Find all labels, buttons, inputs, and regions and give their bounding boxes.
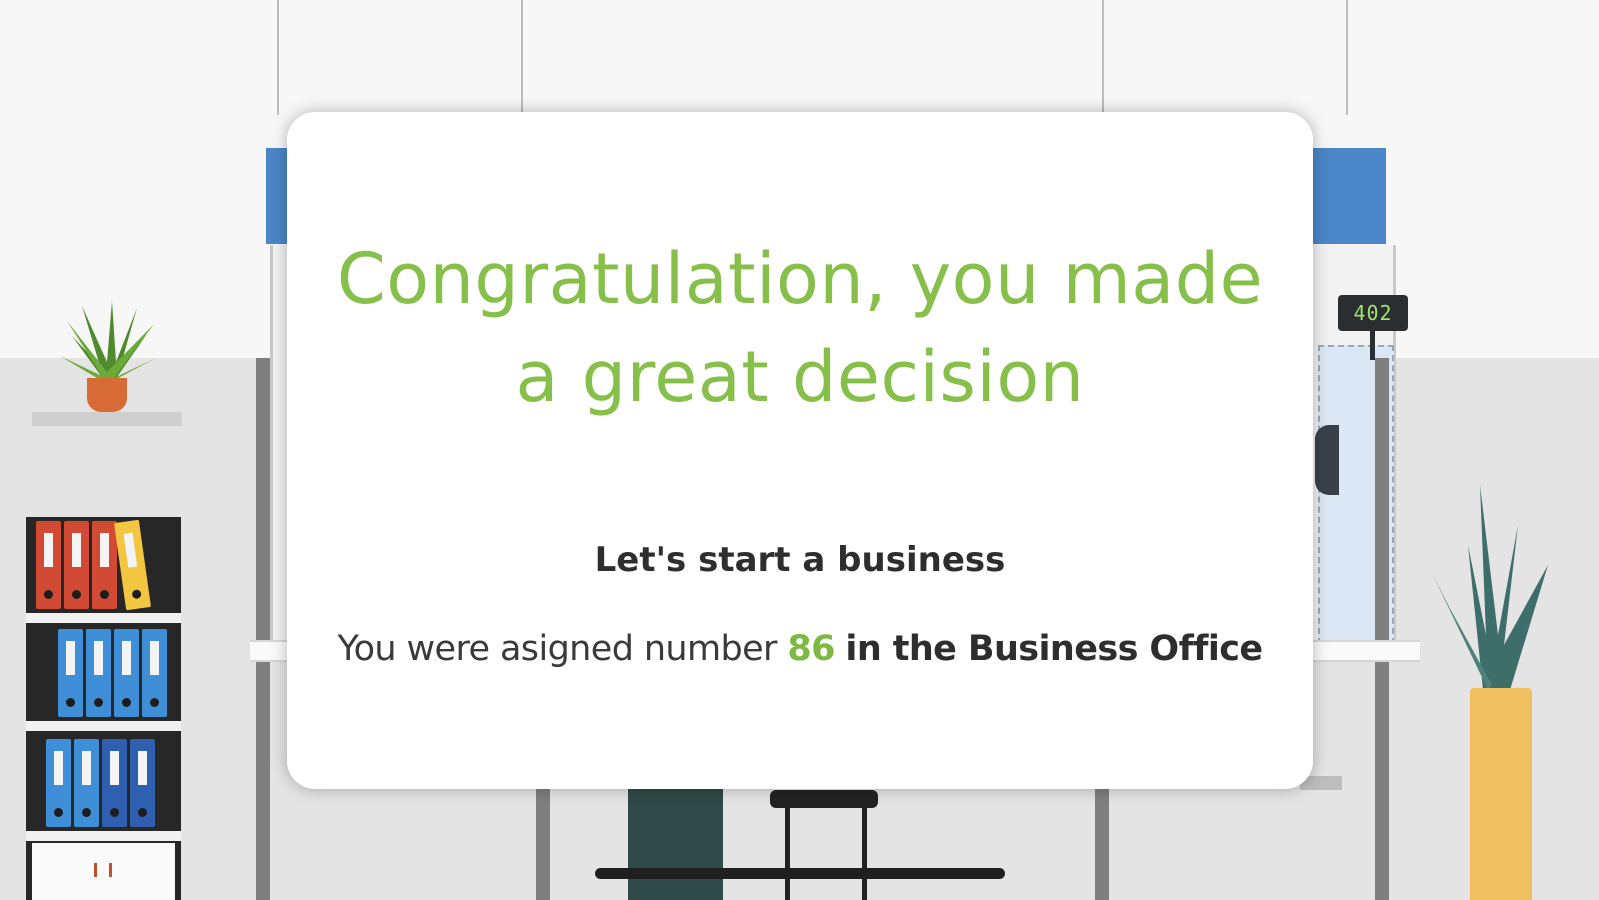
plant-vase xyxy=(1470,688,1532,900)
binder xyxy=(114,629,139,717)
cabinet-handle xyxy=(94,863,97,877)
assignment-prefix: You were asigned number xyxy=(337,629,777,669)
binder xyxy=(113,519,152,611)
binder xyxy=(74,739,99,827)
potted-plant-icon xyxy=(60,301,156,384)
assignment-message: You were asigned number 86 in the Busine… xyxy=(287,629,1313,669)
queue-number-display: 402 xyxy=(1338,295,1408,331)
clerk-figure xyxy=(1315,425,1339,495)
ceiling-line xyxy=(1346,0,1348,115)
window-post xyxy=(256,358,270,900)
dialog-subtitle: Let's start a business xyxy=(594,540,1006,580)
binder xyxy=(64,521,89,609)
stool-leg xyxy=(785,805,790,900)
ceiling-line xyxy=(277,0,279,115)
binder xyxy=(58,629,83,717)
bookcase-shelf xyxy=(26,831,181,841)
assigned-number: 86 xyxy=(787,629,835,669)
plant-pot xyxy=(87,378,127,412)
stool-leg xyxy=(862,805,867,900)
binder xyxy=(102,739,127,827)
binder xyxy=(36,521,61,609)
binder-row xyxy=(32,629,179,721)
binder xyxy=(86,629,111,717)
binder xyxy=(46,739,71,827)
congratulations-dialog: Congratulation, you made a great decisio… xyxy=(287,112,1313,789)
binder xyxy=(92,521,117,609)
bookcase xyxy=(26,517,181,900)
bookcase-shelf xyxy=(26,613,181,623)
ceiling-line xyxy=(521,0,523,115)
dialog-headline: Congratulation, you made a great decisio… xyxy=(336,238,1264,418)
chair-back xyxy=(628,788,723,900)
assignment-office: in the Business Office xyxy=(845,629,1263,669)
floor-bar xyxy=(595,868,1005,879)
bookcase-cabinet xyxy=(32,843,175,900)
bookcase-shelf xyxy=(26,721,181,731)
display-pole xyxy=(1370,330,1375,360)
ceiling-line xyxy=(1102,0,1104,115)
binder xyxy=(130,739,155,827)
cabinet-handle xyxy=(109,863,112,877)
binder-row xyxy=(32,519,179,613)
window-post xyxy=(1375,358,1389,900)
binder xyxy=(142,629,167,717)
snake-plant-icon xyxy=(1433,485,1548,690)
wall-shelf xyxy=(32,412,182,426)
binder-row xyxy=(32,739,179,831)
